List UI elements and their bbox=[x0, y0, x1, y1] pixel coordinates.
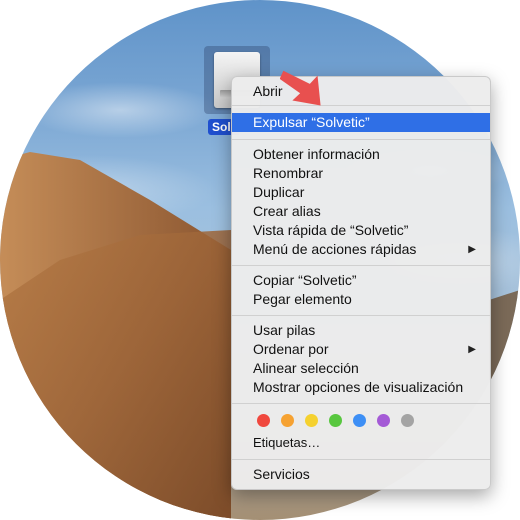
orange-tag-icon[interactable] bbox=[281, 414, 294, 427]
menu-item-open[interactable]: Abrir bbox=[232, 82, 490, 101]
menu-item-eject[interactable]: Expulsar “Solvetic” bbox=[232, 113, 490, 132]
menu-item-duplicate[interactable]: Duplicar bbox=[232, 183, 490, 202]
menu-item-quick-actions[interactable]: Menú de acciones rápidas ▶ bbox=[232, 240, 490, 259]
menu-separator bbox=[232, 459, 490, 460]
red-arrow-pointer-icon bbox=[280, 70, 321, 106]
menu-item-services[interactable]: Servicios bbox=[232, 465, 490, 484]
menu-item-copy[interactable]: Copiar “Solvetic” bbox=[232, 271, 490, 290]
menu-item-label: Menú de acciones rápidas bbox=[253, 241, 417, 257]
menu-separator bbox=[232, 403, 490, 404]
menu-separator bbox=[232, 315, 490, 316]
menu-item-quick-look[interactable]: Vista rápida de “Solvetic” bbox=[232, 221, 490, 240]
gray-tag-icon[interactable] bbox=[401, 414, 414, 427]
menu-item-paste[interactable]: Pegar elemento bbox=[232, 290, 490, 309]
menu-item-make-alias[interactable]: Crear alias bbox=[232, 202, 490, 221]
submenu-arrow-icon: ▶ bbox=[468, 344, 476, 355]
purple-tag-icon[interactable] bbox=[377, 414, 390, 427]
menu-separator bbox=[232, 265, 490, 266]
menu-separator bbox=[232, 105, 490, 106]
menu-item-use-stacks[interactable]: Usar pilas bbox=[232, 321, 490, 340]
red-tag-icon[interactable] bbox=[257, 414, 270, 427]
menu-item-get-info[interactable]: Obtener información bbox=[232, 145, 490, 164]
blue-tag-icon[interactable] bbox=[353, 414, 366, 427]
menu-item-rename[interactable]: Renombrar bbox=[232, 164, 490, 183]
menu-item-view-options[interactable]: Mostrar opciones de visualización bbox=[232, 378, 490, 397]
submenu-arrow-icon: ▶ bbox=[468, 244, 476, 255]
menu-separator bbox=[232, 139, 490, 140]
yellow-tag-icon[interactable] bbox=[305, 414, 318, 427]
context-menu: Abrir Expulsar “Solvetic” Obtener inform… bbox=[231, 76, 491, 490]
green-tag-icon[interactable] bbox=[329, 414, 342, 427]
menu-item-tags[interactable]: Etiquetas… bbox=[232, 433, 490, 452]
menu-item-label: Ordenar por bbox=[253, 341, 329, 357]
menu-item-sort-by[interactable]: Ordenar por ▶ bbox=[232, 340, 490, 359]
menu-item-align-selection[interactable]: Alinear selección bbox=[232, 359, 490, 378]
